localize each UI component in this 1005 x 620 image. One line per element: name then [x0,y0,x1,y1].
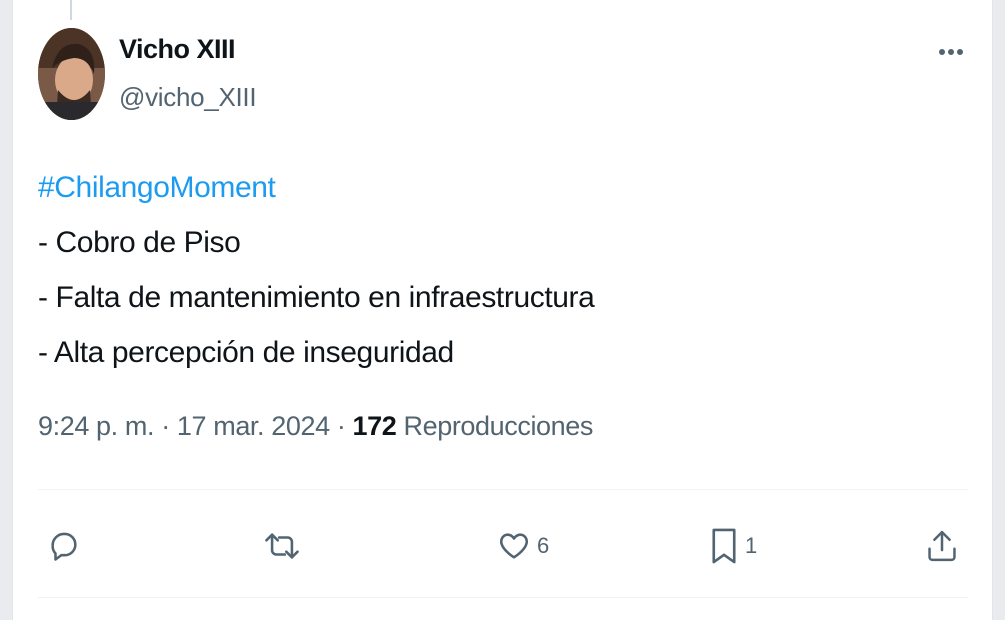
divider [38,597,968,598]
views-label: Reproducciones [403,411,594,441]
hashtag-link[interactable]: #ChilangoMoment [38,160,594,215]
tweet-date[interactable]: 17 mar. 2024 [177,411,330,441]
like-count: 6 [537,533,550,558]
bookmark-button[interactable]: 1 [709,525,757,567]
like-button[interactable]: 6 [497,525,549,567]
reply-button[interactable] [47,525,81,567]
thread-line [70,0,72,20]
tweet-line: - Cobro de Piso [38,226,241,259]
meta-separator: · [161,411,170,441]
more-icon[interactable] [933,34,969,70]
tweet-time[interactable]: 9:24 p. m. [38,411,154,441]
heart-icon [497,529,531,563]
author-handle[interactable]: @vicho_XIII [119,82,257,113]
avatar[interactable] [38,28,105,120]
views-count: 172 [352,411,397,441]
share-button[interactable] [925,525,959,567]
meta-separator: · [336,411,346,441]
tweet-card: Vicho XIII @vicho_XIII #ChilangoMoment -… [12,0,993,620]
divider [38,489,968,490]
bookmark-icon [709,527,739,565]
retweet-button[interactable] [263,525,301,567]
tweet-text: #ChilangoMoment - Cobro de Piso - Falta … [38,160,595,380]
tweet-line: - Falta de mantenimiento en infraestruct… [38,281,595,314]
bookmark-count: 1 [745,533,758,558]
tweet-meta: 9:24 p. m. · 17 mar. 2024 · 172 Reproduc… [38,411,593,442]
reply-icon [47,529,81,563]
tweet-line: - Alta percepción de inseguridad [38,336,454,369]
author-name[interactable]: Vicho XIII [119,34,236,65]
share-icon [925,528,959,564]
retweet-icon [263,529,301,563]
